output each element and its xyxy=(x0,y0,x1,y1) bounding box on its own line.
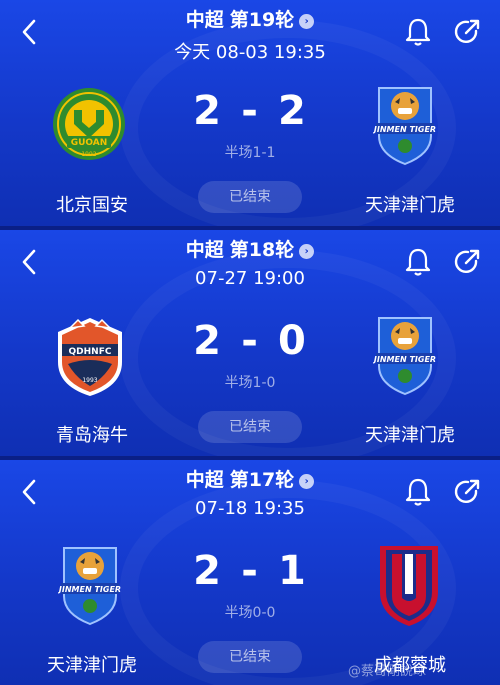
tiger-logo-text: JINMEN TIGER xyxy=(373,125,436,134)
home-score: 2 xyxy=(193,88,222,134)
round-label: 第19轮 xyxy=(229,9,295,31)
round-label: 第17轮 xyxy=(229,469,295,491)
halftime-score: 半场1-0 xyxy=(224,375,276,391)
match-status-badge: 已结束 xyxy=(198,181,302,213)
league-label: 中超 xyxy=(185,9,224,31)
score-separator: - xyxy=(241,548,259,594)
chevron-right-icon: › xyxy=(299,14,315,29)
score-separator: - xyxy=(241,318,259,364)
score-separator: - xyxy=(241,88,259,134)
away-score: 2 xyxy=(278,88,307,134)
halftime-score: 半场1-1 xyxy=(224,145,276,161)
match-datetime: 07-18 19:35 xyxy=(195,498,305,519)
chevron-right-icon: › xyxy=(299,474,315,489)
away-team-name[interactable]: 天津津门虎 xyxy=(330,191,490,217)
league-label: 中超 xyxy=(185,239,224,261)
away-score: 1 xyxy=(278,548,307,594)
match-card-1[interactable]: 中超 第19轮 › 今天 08-03 19:35 GUOAN 1992 2-2 JI… xyxy=(0,0,500,226)
home-score: 2 xyxy=(193,318,222,364)
match-datetime: 今天 08-03 19:35 xyxy=(174,42,326,63)
match-card-3[interactable]: 中超 第17轮 › 07-18 19:35 JINMEN TIGER 2-1 半场0… xyxy=(0,460,500,685)
league-label: 中超 xyxy=(185,469,224,491)
match-status-badge: 已结束 xyxy=(198,641,302,673)
home-team-name[interactable]: 天津津门虎 xyxy=(12,651,172,677)
match-card-2[interactable]: 中超 第18轮 › 07-27 19:00 QDHNFC 1993 2-0 JINM… xyxy=(0,230,500,456)
halftime-score: 半场0-0 xyxy=(224,605,276,621)
home-score: 2 xyxy=(193,548,222,594)
away-team-name[interactable]: 天津津门虎 xyxy=(330,421,490,447)
match-datetime: 07-27 19:00 xyxy=(195,268,305,289)
tiger-logo-text: JINMEN TIGER xyxy=(373,355,436,364)
chevron-right-icon: › xyxy=(299,244,315,259)
home-team-name[interactable]: 北京国安 xyxy=(12,191,172,217)
home-team-name[interactable]: 青岛海牛 xyxy=(12,421,172,447)
match-status-badge: 已结束 xyxy=(198,411,302,443)
round-label: 第18轮 xyxy=(229,239,295,261)
away-score: 0 xyxy=(278,318,307,364)
watermark: @蔡哥剛說球 xyxy=(348,664,427,679)
